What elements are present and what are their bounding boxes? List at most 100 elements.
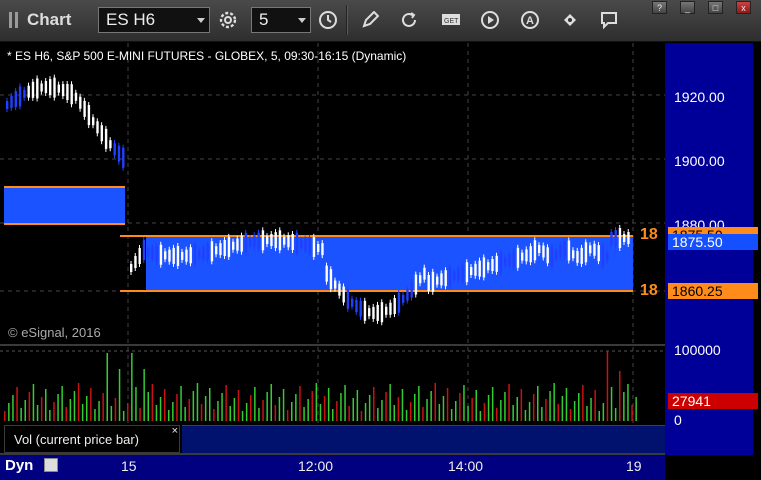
- price-label-1920: 1920.00: [674, 89, 725, 105]
- volume-bar: [65, 407, 67, 421]
- get-icon[interactable]: GET: [437, 7, 465, 33]
- price-candle: [172, 247, 175, 264]
- interval-input[interactable]: 5: [251, 7, 311, 33]
- volume-bar: [225, 385, 227, 421]
- price-candle: [291, 233, 294, 250]
- price-candle: [546, 247, 549, 264]
- volume-bar: [20, 408, 22, 421]
- price-candle: [138, 248, 141, 264]
- minimize-button[interactable]: _: [680, 1, 695, 14]
- price-candle: [164, 251, 167, 260]
- volume-bar: [623, 392, 625, 421]
- chevron-down-icon[interactable]: [197, 18, 205, 23]
- volume-bar: [459, 393, 461, 421]
- price-candle: [372, 306, 375, 319]
- volume-bar: [274, 405, 277, 421]
- price-candle: [414, 274, 418, 295]
- price-candle: [40, 83, 43, 92]
- alert-icon[interactable]: A: [516, 7, 544, 33]
- price-candle: [427, 275, 430, 291]
- help-button[interactable]: ?: [652, 1, 667, 14]
- price-candle: [210, 241, 214, 262]
- volume-bar: [184, 407, 186, 421]
- volume-bar: [557, 404, 559, 421]
- price-candle: [389, 302, 392, 315]
- volume-bar: [94, 409, 96, 421]
- volume-bar: [204, 396, 207, 421]
- price-candle: [474, 263, 477, 276]
- clock-icon[interactable]: [314, 7, 342, 33]
- price-candle: [512, 251, 515, 267]
- close-button[interactable]: x: [736, 1, 751, 14]
- refresh-icon[interactable]: [395, 7, 423, 33]
- volume-bar: [356, 390, 359, 421]
- symbol-input[interactable]: ES H6: [98, 7, 210, 33]
- volume-bar: [610, 387, 613, 421]
- settings-gear-icon[interactable]: [214, 7, 242, 33]
- chevron-down-icon[interactable]: [298, 18, 306, 23]
- price-candle: [198, 250, 201, 259]
- price-candle: [576, 250, 579, 263]
- volume-legend[interactable]: Vol (current price bar) ×: [4, 425, 180, 453]
- volume-bar: [446, 388, 449, 421]
- price-candle: [402, 294, 405, 303]
- volume-bar: [258, 408, 260, 421]
- volume-bar: [368, 395, 371, 421]
- price-candle: [508, 254, 511, 267]
- volume-bar: [405, 410, 408, 421]
- volume-bar: [438, 404, 441, 421]
- right-border: [753, 43, 761, 480]
- volume-bar: [53, 402, 55, 421]
- price-candle: [317, 244, 320, 253]
- volume-bar: [336, 401, 338, 421]
- volume-chart[interactable]: [0, 347, 665, 425]
- volume-bar: [561, 396, 564, 421]
- volume-bar: [159, 397, 162, 421]
- volume-bar: [209, 388, 211, 421]
- upper-level-label: 18: [640, 226, 658, 243]
- play-icon[interactable]: [476, 7, 504, 33]
- volume-bar: [569, 409, 572, 421]
- price-candle: [278, 230, 282, 251]
- lock-icon[interactable]: [44, 458, 58, 472]
- volume-bar: [635, 397, 637, 421]
- pane-divider[interactable]: [0, 344, 761, 346]
- price-chart-canvas[interactable]: [0, 43, 665, 344]
- volume-bar: [200, 404, 203, 421]
- volume-bar: [487, 395, 490, 421]
- volume-bar: [627, 384, 629, 421]
- price-candle: [66, 83, 69, 100]
- volume-bar: [278, 397, 281, 421]
- close-icon[interactable]: ×: [172, 425, 178, 437]
- dynamic-mode-label[interactable]: Dyn: [5, 457, 33, 474]
- volume-bar: [520, 389, 523, 421]
- price-candle: [504, 257, 507, 266]
- volume-bar: [77, 383, 80, 421]
- volume-bar: [606, 351, 609, 421]
- volume-bar: [16, 387, 18, 421]
- tag-icon[interactable]: [556, 7, 584, 33]
- volume-bar: [262, 400, 264, 421]
- volume-bar: [172, 402, 174, 421]
- maximize-button[interactable]: □: [708, 1, 723, 14]
- comment-icon[interactable]: [595, 7, 623, 33]
- price-candle: [465, 262, 469, 283]
- price-chart[interactable]: [0, 43, 665, 344]
- volume-bar: [221, 393, 223, 421]
- volume-bar: [155, 405, 158, 421]
- time-label-15: 15: [121, 458, 137, 474]
- price-candle: [495, 255, 498, 272]
- volume-bar: [418, 386, 420, 421]
- price-candle: [491, 259, 494, 271]
- volume-bar: [565, 388, 568, 421]
- volume-bar: [291, 402, 293, 421]
- drag-grip-icon[interactable]: [9, 12, 23, 28]
- volume-bar: [364, 403, 367, 421]
- price-candle: [18, 86, 22, 107]
- pencil-icon[interactable]: [356, 7, 384, 33]
- price-candle: [83, 100, 86, 117]
- toolbar: Chart ES H6 5 GET A ? _ □ x: [0, 0, 761, 42]
- volume-bar: [40, 397, 43, 421]
- volume-bar: [229, 406, 231, 421]
- volume-bar: [102, 393, 104, 421]
